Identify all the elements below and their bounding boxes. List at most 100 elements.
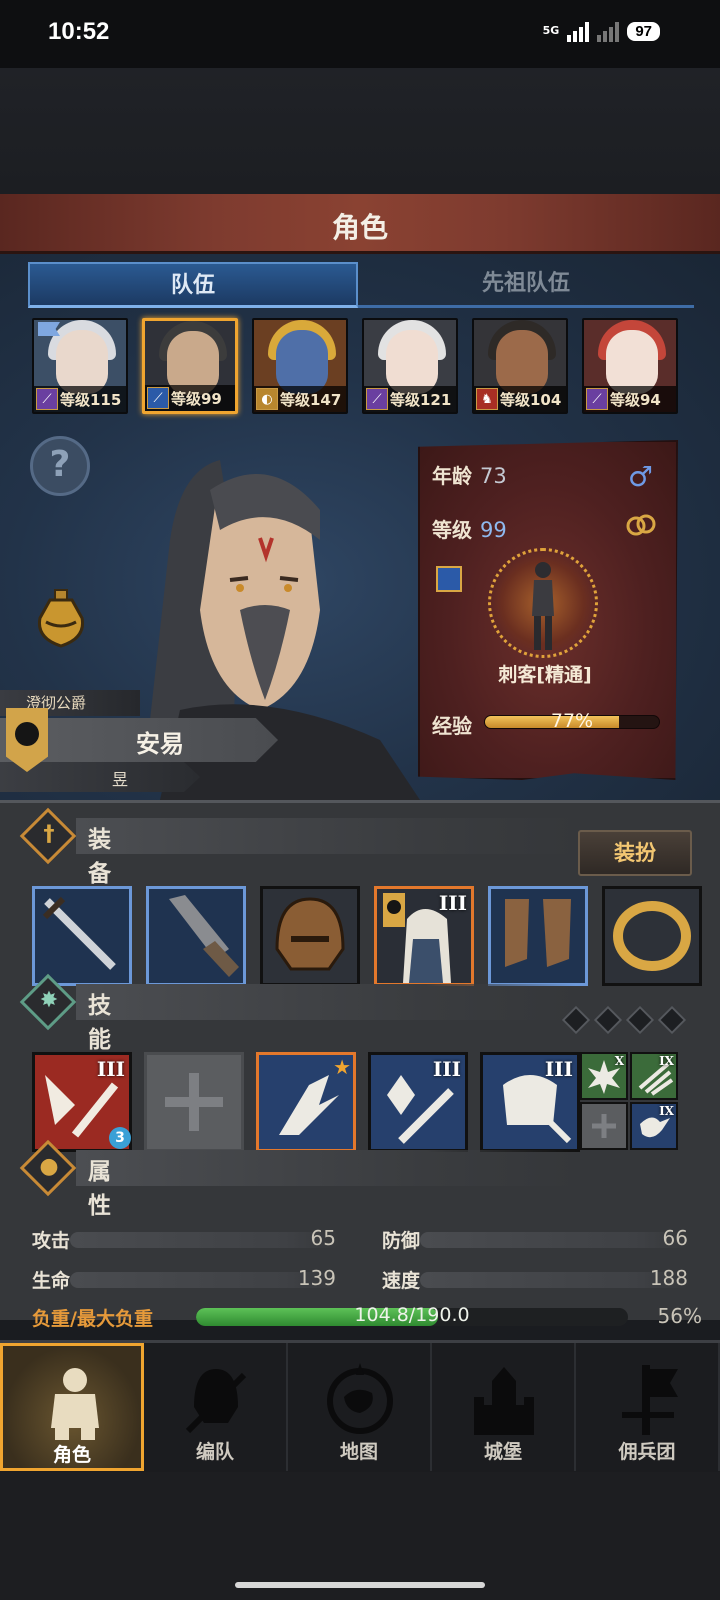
ring-icon[interactable] bbox=[626, 514, 656, 536]
skills-title: 技能 bbox=[88, 993, 111, 1053]
tier-badge: III bbox=[438, 891, 467, 915]
knight-icon bbox=[51, 1368, 99, 1440]
equip-slot-head[interactable] bbox=[260, 886, 360, 986]
load-label: 负重/最大负重 bbox=[32, 1308, 153, 1330]
skill-slot-1[interactable]: III 3 bbox=[32, 1052, 132, 1152]
equip-slot-body[interactable]: III bbox=[374, 886, 474, 986]
stat-value-speed: 188 bbox=[649, 1266, 688, 1290]
bottom-area bbox=[0, 1472, 720, 1600]
dagger-icon bbox=[42, 896, 116, 970]
gauntlet-icon bbox=[169, 895, 239, 977]
level-row: 等级 99 bbox=[432, 514, 507, 543]
dagger-icon bbox=[436, 566, 462, 592]
nav-character[interactable]: 角色 bbox=[0, 1343, 144, 1471]
team-member-3[interactable]: ◐ 等级147 bbox=[252, 318, 348, 414]
status-bar: 10:52 5G 97 bbox=[0, 0, 720, 68]
exp-label: 经验 bbox=[432, 714, 472, 738]
potion-icon[interactable] bbox=[32, 588, 90, 650]
tab-team[interactable]: 队伍 bbox=[28, 262, 358, 308]
skill-slot-2[interactable] bbox=[144, 1052, 244, 1152]
team-member-level: 等级121 bbox=[390, 390, 452, 409]
gem-slot-icon[interactable] bbox=[625, 1005, 655, 1035]
level-value: 99 bbox=[480, 518, 507, 542]
nav-label: 编队 bbox=[195, 1441, 234, 1463]
passive-slot-1[interactable]: X bbox=[580, 1052, 628, 1100]
compass-map-icon bbox=[327, 1363, 393, 1434]
load-value: 104.8/190.0 bbox=[354, 1304, 470, 1326]
passive-slot-4[interactable]: IX bbox=[630, 1102, 678, 1150]
equip-slot-offhand[interactable] bbox=[146, 886, 246, 986]
nav-map[interactable]: 地图 bbox=[288, 1343, 432, 1471]
banner-icon bbox=[622, 1365, 678, 1435]
character-subtitle: 昱 bbox=[111, 770, 128, 789]
team-member-6[interactable]: ⟋ 等级94 bbox=[582, 318, 678, 414]
star-icon: ★ bbox=[333, 1055, 351, 1079]
assassin-figure-icon[interactable] bbox=[528, 560, 558, 652]
exp-percent: 77% bbox=[550, 710, 594, 732]
tier-badge: X bbox=[614, 1054, 624, 1068]
team-member-4[interactable]: ⟋ 等级121 bbox=[362, 318, 458, 414]
equipment-title: 装备 bbox=[88, 827, 111, 887]
equip-slot-feet[interactable] bbox=[488, 886, 588, 986]
signal-secondary-icon bbox=[597, 20, 620, 42]
moon-icon: ◐ bbox=[256, 388, 278, 410]
network-label: 5G bbox=[542, 24, 560, 37]
gem-slot-icon[interactable] bbox=[593, 1005, 623, 1035]
team-member-level: 等级104 bbox=[500, 390, 562, 409]
crest-sun-icon bbox=[15, 722, 39, 746]
page-title: 角色 bbox=[331, 211, 388, 244]
passive-slot-2[interactable]: IX bbox=[630, 1052, 678, 1100]
skill-slot-3[interactable]: ★ bbox=[256, 1052, 356, 1152]
nav-label: 佣兵团 bbox=[618, 1441, 676, 1463]
passive-slot-3[interactable] bbox=[580, 1102, 628, 1150]
nav-formation[interactable]: 编队 bbox=[144, 1343, 288, 1471]
dress-up-button[interactable]: 装扮 bbox=[578, 830, 692, 876]
signal-icon bbox=[567, 20, 590, 42]
age-value: 73 bbox=[480, 464, 507, 488]
battery-indicator: 97 bbox=[627, 21, 660, 41]
skill-charge-badge: 3 bbox=[109, 1127, 131, 1149]
character-name[interactable]: 安易 bbox=[60, 724, 260, 759]
stat-label-attack: 攻击 bbox=[32, 1230, 71, 1252]
home-indicator[interactable] bbox=[235, 1582, 485, 1588]
stat-value-defense: 66 bbox=[662, 1226, 688, 1250]
age-label: 年龄 bbox=[432, 464, 472, 488]
tier-badge: III bbox=[544, 1057, 573, 1081]
class-name: 刺客[精通] bbox=[498, 664, 592, 686]
team-member-5[interactable]: ♞ 等级104 bbox=[472, 318, 568, 414]
top-spacer bbox=[0, 68, 720, 194]
stat-value-health: 139 bbox=[297, 1266, 336, 1290]
gem-slot-icon[interactable] bbox=[657, 1005, 687, 1035]
stat-label-health: 生命 bbox=[32, 1270, 71, 1292]
equipment-slots: III bbox=[32, 886, 702, 986]
star-emblem-icon: ✸ bbox=[39, 988, 59, 1013]
load-percent: 56% bbox=[657, 1304, 702, 1328]
stat-value-attack: 65 bbox=[310, 1226, 336, 1250]
nav-castle[interactable]: 城堡 bbox=[432, 1343, 576, 1471]
dagger-icon: ⟋ bbox=[147, 387, 169, 409]
castle-icon bbox=[474, 1367, 534, 1435]
title-banner: 角色 bbox=[0, 194, 720, 254]
skill-slot-4[interactable]: III bbox=[368, 1052, 468, 1152]
equip-slot-accessory[interactable] bbox=[602, 886, 702, 986]
gem-slot-icon[interactable] bbox=[561, 1005, 591, 1035]
bottom-nav: 角色 编队 地图 城堡 佣兵团 bbox=[0, 1340, 720, 1472]
potion-emblem-icon: ● bbox=[39, 1154, 59, 1179]
staff-icon: ⟋ bbox=[586, 388, 608, 410]
beast-icon: ♞ bbox=[476, 388, 498, 410]
team-roster: ⟋ 等级115 ⟋ 等级99 ◐ 等级147 ⟋ 等级121 ♞ 等级104 ⟋ 等级94 bbox=[32, 318, 678, 414]
help-button[interactable]: ? bbox=[30, 436, 90, 496]
tier-badge: IX bbox=[659, 1104, 674, 1118]
tab-ancestor-team[interactable]: 先祖队伍 bbox=[358, 262, 694, 308]
nav-mercenaries[interactable]: 佣兵团 bbox=[576, 1343, 720, 1471]
team-member-1[interactable]: ⟋ 等级115 bbox=[32, 318, 128, 414]
boots-icon bbox=[505, 899, 571, 967]
equip-slot-weapon[interactable] bbox=[32, 886, 132, 986]
team-member-2[interactable]: ⟋ 等级99 bbox=[142, 318, 238, 414]
leader-flag-icon bbox=[38, 322, 60, 336]
skill-slot-5[interactable]: III bbox=[480, 1052, 580, 1152]
staff-icon: ⟋ bbox=[366, 388, 388, 410]
ring-icon bbox=[613, 901, 691, 971]
helmet-icon bbox=[275, 897, 345, 971]
nav-label: 角色 bbox=[52, 1444, 91, 1466]
